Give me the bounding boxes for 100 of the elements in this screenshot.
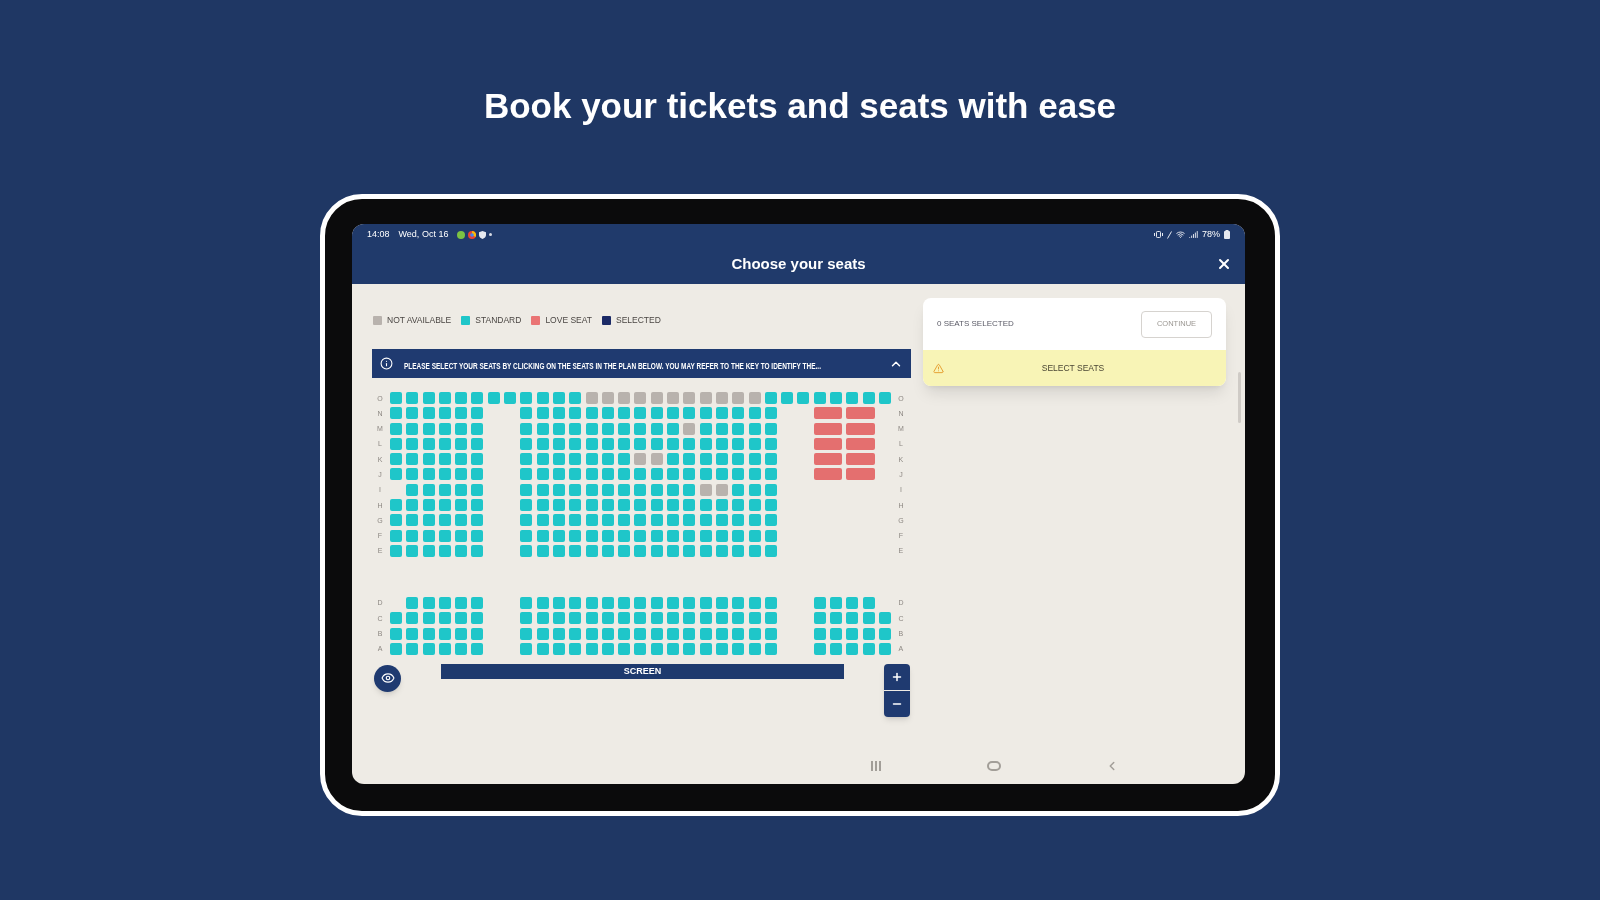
seat[interactable] — [683, 468, 696, 481]
seat[interactable] — [667, 453, 680, 466]
seat[interactable] — [520, 596, 533, 609]
seat[interactable] — [520, 453, 533, 466]
seat[interactable] — [699, 437, 712, 450]
seat[interactable] — [390, 499, 402, 512]
seat[interactable] — [520, 529, 533, 542]
seat[interactable] — [634, 499, 647, 512]
seat[interactable] — [536, 437, 549, 450]
seat[interactable] — [520, 422, 533, 435]
seat[interactable] — [748, 392, 761, 404]
seat[interactable] — [813, 596, 826, 609]
seat[interactable] — [683, 612, 696, 625]
recent-apps-icon[interactable] — [869, 760, 883, 772]
seat[interactable] — [764, 392, 777, 404]
seat[interactable] — [683, 499, 696, 512]
seat[interactable] — [667, 468, 680, 481]
seat[interactable] — [650, 514, 663, 527]
seat[interactable] — [536, 392, 549, 404]
seat[interactable] — [438, 544, 451, 557]
seat[interactable] — [699, 468, 712, 481]
seat[interactable] — [846, 612, 859, 625]
seat[interactable] — [601, 514, 614, 527]
seat[interactable] — [667, 627, 680, 640]
seat[interactable] — [585, 407, 598, 420]
seat[interactable] — [536, 627, 549, 640]
seat[interactable] — [732, 642, 745, 655]
seat[interactable] — [732, 422, 745, 435]
seat[interactable] — [601, 612, 614, 625]
seat[interactable] — [764, 544, 777, 557]
seat[interactable] — [634, 529, 647, 542]
seat[interactable] — [569, 437, 582, 450]
seat[interactable] — [536, 422, 549, 435]
seat[interactable] — [455, 499, 468, 512]
seat[interactable] — [438, 612, 451, 625]
seat[interactable] — [699, 453, 712, 466]
seat[interactable] — [438, 468, 451, 481]
seat[interactable] — [406, 483, 419, 496]
seat[interactable] — [715, 483, 728, 496]
seat[interactable] — [830, 627, 842, 640]
seat[interactable] — [764, 529, 777, 542]
seat[interactable] — [585, 468, 598, 481]
seat[interactable] — [846, 392, 859, 404]
seat[interactable] — [634, 514, 647, 527]
seat[interactable] — [683, 514, 696, 527]
seat[interactable] — [520, 437, 533, 450]
seat[interactable] — [715, 596, 728, 609]
seat[interactable] — [748, 422, 761, 435]
seat[interactable] — [699, 529, 712, 542]
seat[interactable] — [390, 612, 402, 625]
seat[interactable] — [455, 483, 468, 496]
seat[interactable] — [406, 627, 419, 640]
seat[interactable] — [536, 514, 549, 527]
seat[interactable] — [667, 612, 680, 625]
seat[interactable] — [650, 483, 663, 496]
seat[interactable] — [422, 529, 435, 542]
seat[interactable] — [618, 627, 631, 640]
seat[interactable] — [455, 612, 468, 625]
seat[interactable] — [683, 642, 696, 655]
seat[interactable] — [748, 544, 761, 557]
seat[interactable] — [667, 407, 680, 420]
seat[interactable] — [569, 499, 582, 512]
seat[interactable] — [667, 483, 680, 496]
seat[interactable] — [390, 453, 402, 466]
seat[interactable] — [650, 529, 663, 542]
seat[interactable] — [732, 596, 745, 609]
seat[interactable] — [667, 544, 680, 557]
seat[interactable] — [520, 483, 533, 496]
seat[interactable] — [438, 627, 451, 640]
seat[interactable] — [764, 642, 777, 655]
seat[interactable] — [422, 483, 435, 496]
seat[interactable] — [650, 392, 663, 404]
love-seat[interactable] — [846, 453, 875, 466]
seat[interactable] — [471, 499, 484, 512]
seat[interactable] — [552, 529, 565, 542]
seat[interactable] — [471, 544, 484, 557]
seat[interactable] — [667, 392, 680, 404]
seat[interactable] — [683, 529, 696, 542]
seat[interactable] — [650, 407, 663, 420]
seat[interactable] — [699, 407, 712, 420]
seat[interactable] — [862, 642, 875, 655]
seat[interactable] — [471, 407, 484, 420]
seat[interactable] — [634, 407, 647, 420]
seat[interactable] — [569, 627, 582, 640]
seat[interactable] — [422, 422, 435, 435]
love-seat[interactable] — [813, 407, 842, 420]
seat[interactable] — [634, 483, 647, 496]
seat[interactable] — [715, 544, 728, 557]
seat[interactable] — [569, 529, 582, 542]
seat[interactable] — [585, 612, 598, 625]
seat[interactable] — [455, 392, 468, 404]
seat[interactable] — [764, 627, 777, 640]
seat[interactable] — [406, 468, 419, 481]
seat[interactable] — [552, 612, 565, 625]
seat[interactable] — [438, 483, 451, 496]
seat[interactable] — [699, 422, 712, 435]
seat[interactable] — [585, 453, 598, 466]
seat[interactable] — [536, 596, 549, 609]
seat[interactable] — [422, 642, 435, 655]
seat[interactable] — [471, 437, 484, 450]
